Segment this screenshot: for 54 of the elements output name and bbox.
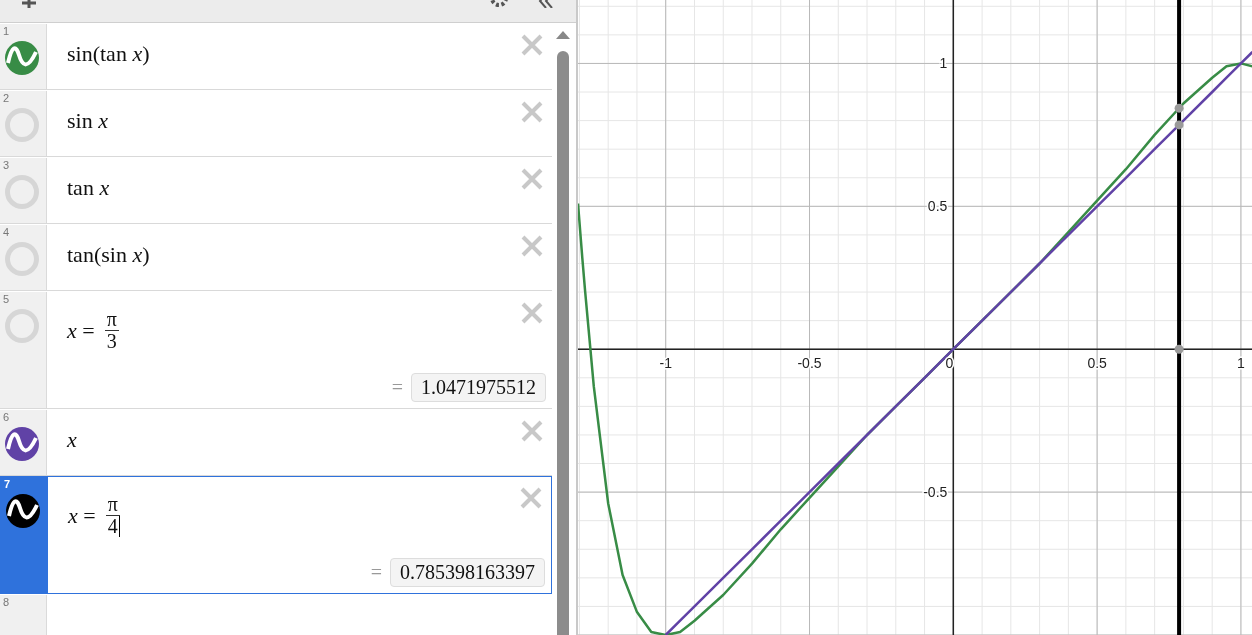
intersection-point[interactable] <box>1174 120 1184 130</box>
expression-row[interactable]: 2 sin x <box>0 90 552 157</box>
line-number: 4 <box>3 226 10 238</box>
axis-tick-label: 1 <box>939 55 948 72</box>
axis-tick-label: -1 <box>659 355 672 372</box>
axis-tick-label: 1 <box>1237 355 1245 372</box>
math-expression[interactable]: x <box>67 427 77 453</box>
hidden-toggle-icon[interactable] <box>5 242 39 276</box>
expression-row[interactable]: 1 sin(tan x) <box>0 23 552 90</box>
math-expression[interactable]: sin(tan x) <box>67 41 150 67</box>
expression-row[interactable]: 8 <box>0 594 552 635</box>
hidden-toggle-icon[interactable] <box>5 175 39 209</box>
axis-tick-label: 0 <box>945 355 954 372</box>
hidden-toggle-icon[interactable] <box>5 108 39 142</box>
scrollbar-thumb[interactable] <box>557 51 569 635</box>
line-number: 7 <box>4 478 11 490</box>
fraction-numerator: π <box>104 309 119 331</box>
hidden-toggle-icon[interactable] <box>5 309 39 343</box>
fraction-numerator: π <box>105 494 120 516</box>
graph-paper[interactable]: -1 -0.5 0 0.5 1 -0.5 0.5 1 <box>578 0 1252 635</box>
scroll-up-icon[interactable] <box>556 31 570 39</box>
math-expression[interactable]: tan x <box>67 175 110 201</box>
vertical-line[interactable] <box>1177 0 1182 635</box>
line-number: 5 <box>3 293 10 305</box>
line-number: 6 <box>3 411 10 423</box>
intersection-point[interactable] <box>1174 344 1184 354</box>
fraction-denominator: 4 <box>107 516 118 537</box>
expression-row[interactable]: 4 tan(sin x) <box>0 224 552 291</box>
math-expression[interactable]: tan(sin x) <box>67 242 150 268</box>
expression-row[interactable]: 3 tan x <box>0 157 552 224</box>
line-number: 3 <box>3 159 10 171</box>
axis-tick-label: 0.5 <box>927 198 948 215</box>
math-expression[interactable]: sin x <box>67 108 108 134</box>
text-cursor <box>118 516 120 537</box>
wave-icon[interactable] <box>5 427 39 461</box>
plus-icon[interactable] <box>22 0 36 8</box>
line-number: 8 <box>3 596 10 608</box>
result-value: 0.785398163397 <box>390 558 545 587</box>
line-number: 2 <box>3 92 10 104</box>
axis-tick-label: -0.5 <box>923 484 948 501</box>
expression-row[interactable]: 6 x <box>0 409 552 476</box>
settings-icon[interactable] <box>490 0 508 7</box>
collapse-icon[interactable] <box>538 0 554 8</box>
intersection-point[interactable] <box>1174 103 1184 113</box>
equals-sign: = <box>391 376 403 399</box>
fraction-denominator: 3 <box>106 331 117 352</box>
result-value: 1.0471975512 <box>411 373 546 402</box>
wave-icon[interactable] <box>6 494 40 528</box>
math-expression[interactable]: x = <box>68 502 96 529</box>
axis-tick-label: -0.5 <box>797 355 822 372</box>
equals-sign: = <box>370 561 382 584</box>
math-expression[interactable]: x = <box>67 317 95 344</box>
line-number: 1 <box>3 25 10 37</box>
axis-tick-label: 0.5 <box>1087 355 1107 372</box>
